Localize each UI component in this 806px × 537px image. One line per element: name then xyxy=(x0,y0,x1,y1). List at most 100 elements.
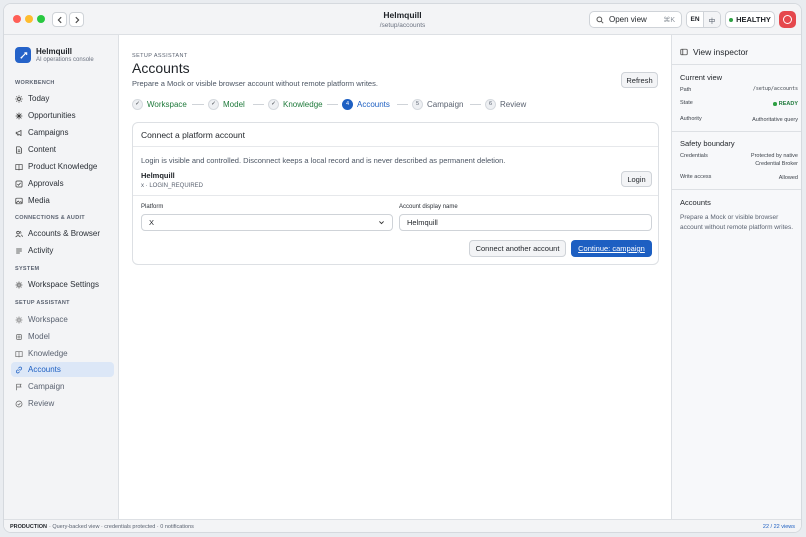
lang-zh-button[interactable]: 中 xyxy=(704,12,720,27)
sidebar-item-workspace-settings[interactable]: Workspace Settings xyxy=(11,277,114,292)
title-bar: Helmquill /setup/accounts Open view ⌘K E… xyxy=(4,4,801,35)
megaphone-icon xyxy=(15,129,22,136)
check-square-icon xyxy=(15,180,23,187)
sidebar-item-label: Accounts xyxy=(28,365,61,374)
sidebar-item-setup-workspace[interactable]: Workspace xyxy=(11,312,114,327)
book-icon xyxy=(15,350,23,357)
platform-label: Platform xyxy=(141,204,164,210)
sidebar-item-setup-model[interactable]: Model xyxy=(11,329,114,344)
book-icon xyxy=(15,163,23,170)
record-ring-icon xyxy=(783,15,792,24)
sidebar-item-activity[interactable]: Activity xyxy=(11,243,114,258)
inspector-divider xyxy=(672,189,801,190)
connect-account-card: Connect a platform account Login is visi… xyxy=(132,122,659,265)
step-number: 6 xyxy=(485,98,496,110)
step-campaign[interactable]: 5 Campaign xyxy=(412,98,463,110)
sidebar-item-content[interactable]: Content xyxy=(11,142,114,157)
sidebar-item-setup-campaign[interactable]: Campaign xyxy=(11,379,114,394)
setup-stepper: ✓ Workspace ✓ Model ✓ Knowledge 4 Accoun… xyxy=(132,98,532,111)
status-text: · Query-backed view · credentials protec… xyxy=(48,524,194,530)
step-workspace[interactable]: ✓ Workspace xyxy=(132,98,187,110)
credentials-key: Credentials xyxy=(680,153,708,159)
sidebar-item-label: Campaigns xyxy=(28,128,69,137)
sidebar-item-media[interactable]: Media xyxy=(11,193,114,208)
credentials-value: Protected by native Credential Broker xyxy=(751,152,798,168)
sidebar-item-product-knowledge[interactable]: Product Knowledge xyxy=(11,159,114,174)
step-connector xyxy=(397,104,408,105)
step-review[interactable]: 6 Review xyxy=(485,98,526,110)
login-button[interactable]: Login xyxy=(621,171,652,187)
accounts-heading: Accounts xyxy=(680,198,711,207)
check-circle-icon xyxy=(15,400,23,407)
write-access-value: Allowed xyxy=(778,175,798,181)
health-status-button[interactable]: HEALTHY xyxy=(725,11,775,28)
step-accounts[interactable]: 4 Accounts xyxy=(342,98,390,110)
sidebar-item-label: Campaign xyxy=(28,382,65,391)
sidebar-item-campaigns[interactable]: Campaigns xyxy=(11,125,114,140)
back-button[interactable] xyxy=(52,12,67,27)
chevron-down-icon xyxy=(379,221,384,225)
account-name: Helmquill xyxy=(141,171,175,180)
record-button[interactable] xyxy=(779,11,796,28)
continue-campaign-button[interactable]: Continue: campaign xyxy=(571,240,652,257)
step-knowledge[interactable]: ✓ Knowledge xyxy=(268,98,323,110)
step-number: 4 xyxy=(342,98,353,110)
sidebar-item-opportunities[interactable]: Opportunities xyxy=(11,108,114,123)
gear-icon xyxy=(15,316,23,323)
panel-icon xyxy=(680,48,688,56)
state-key: State xyxy=(680,100,693,106)
chevron-right-icon xyxy=(74,16,79,23)
lang-en-button[interactable]: EN xyxy=(687,12,704,27)
step-check-icon: ✓ xyxy=(132,98,143,110)
step-check-icon: ✓ xyxy=(268,98,279,110)
status-bar: PRODUCTION · Query-backed view · credent… xyxy=(4,519,801,532)
refresh-button[interactable]: Refresh xyxy=(621,72,658,88)
sidebar-item-accounts-browser[interactable]: Accounts & Browser xyxy=(11,226,114,241)
ready-dot-icon xyxy=(773,102,777,106)
sidebar-item-setup-accounts[interactable]: Accounts xyxy=(11,362,114,377)
step-check-icon: ✓ xyxy=(208,98,219,110)
step-label: Campaign xyxy=(427,99,464,109)
sun-icon xyxy=(15,94,23,103)
connect-another-button[interactable]: Connect another account xyxy=(469,240,566,257)
section-label-connections: CONNECTIONS & AUDIT xyxy=(15,215,85,221)
sidebar-item-label: Model xyxy=(28,332,50,341)
window-zoom-button[interactable] xyxy=(37,15,45,23)
forward-button[interactable] xyxy=(69,12,84,27)
step-label: Review xyxy=(500,99,527,109)
sidebar-item-label: Content xyxy=(28,145,57,154)
step-model[interactable]: ✓ Model xyxy=(208,98,245,110)
sidebar-item-label: Workspace Settings xyxy=(28,280,99,289)
page-title: Accounts xyxy=(132,60,190,76)
platform-select[interactable]: X xyxy=(141,214,393,231)
inspector-divider xyxy=(672,64,801,65)
platform-value: X xyxy=(149,218,155,227)
brand-logo-icon xyxy=(15,47,31,63)
display-name-input[interactable]: Helmquill xyxy=(399,214,652,231)
authority-value: Authoritative query xyxy=(752,117,798,123)
sidebar-item-approvals[interactable]: Approvals xyxy=(11,176,114,191)
sidebar-item-label: Activity xyxy=(28,246,54,255)
sidebar-item-today[interactable]: Today xyxy=(11,91,114,106)
view-inspector: View inspector Current view Path /setup/… xyxy=(671,35,801,519)
window-close-button[interactable] xyxy=(13,15,21,23)
chevron-left-icon xyxy=(57,16,62,23)
language-switcher: EN 中 xyxy=(686,11,721,28)
step-connector xyxy=(253,104,264,105)
link-icon xyxy=(15,366,23,373)
sidebar-item-label: Knowledge xyxy=(28,349,68,358)
flag-icon xyxy=(16,383,22,390)
sidebar-item-label: Workspace xyxy=(28,315,68,324)
step-label: Model xyxy=(223,99,245,109)
sidebar: Helmquill AI operations console WORKBENC… xyxy=(4,35,119,519)
sidebar-item-setup-knowledge[interactable]: Knowledge xyxy=(11,346,114,361)
window-minimize-button[interactable] xyxy=(25,15,33,23)
main-content: SETUP ASSISTANT Accounts Prepare a Mock … xyxy=(119,35,671,519)
section-label-setup-assistant: SETUP ASSISTANT xyxy=(15,300,70,306)
step-connector xyxy=(192,104,204,105)
list-icon xyxy=(16,248,22,253)
document-icon xyxy=(16,145,22,154)
accounts-description: Prepare a Mock or visible browser accoun… xyxy=(680,214,794,231)
sidebar-item-setup-review[interactable]: Review xyxy=(11,396,114,411)
open-view-button[interactable]: Open view ⌘K xyxy=(589,11,682,28)
